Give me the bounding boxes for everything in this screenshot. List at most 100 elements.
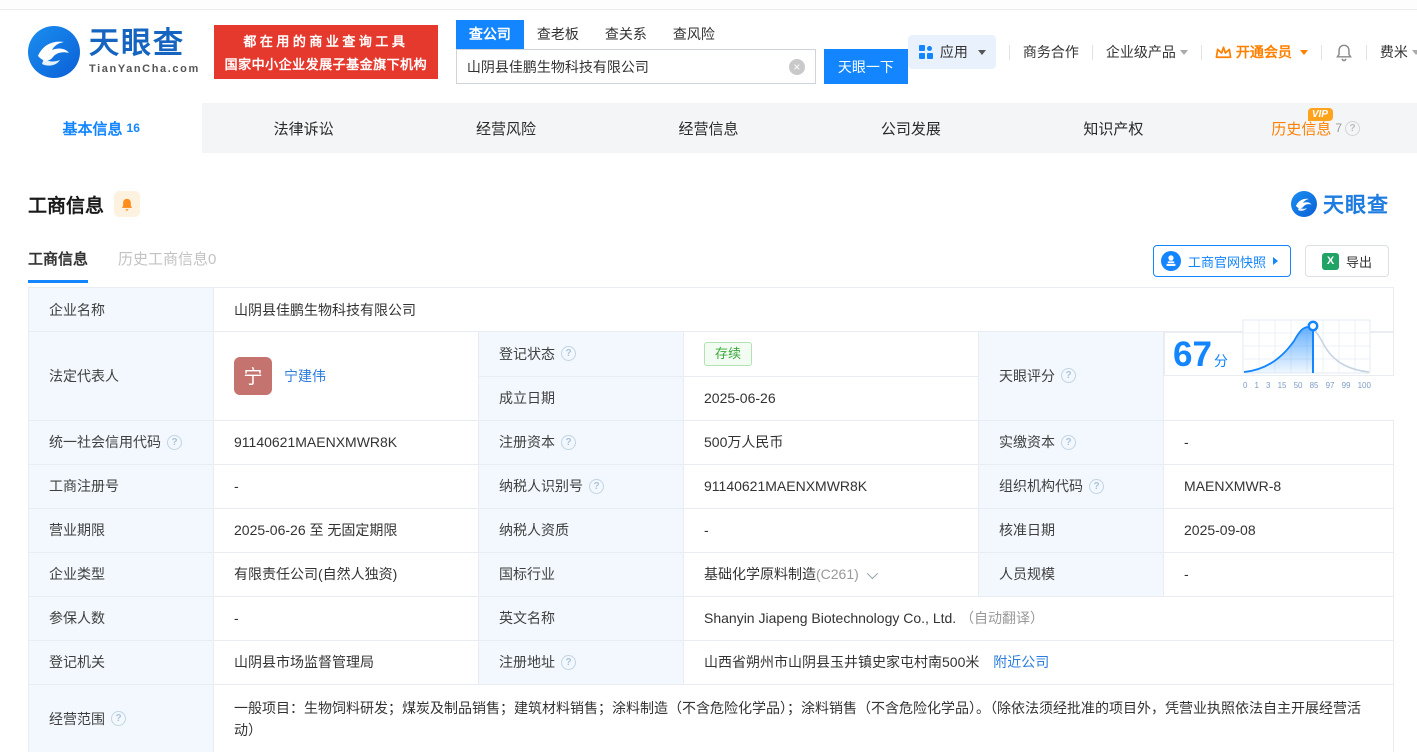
open-vip-button[interactable]: 开通会员 [1215,42,1308,62]
table-row: 企业名称 山阴县佳鹏生物科技有限公司 [28,287,1395,332]
vip-badge: VIP [1307,108,1333,121]
bell-icon [121,198,133,211]
nav-cooperation[interactable]: 商务合作 [1023,42,1079,62]
excel-icon [1321,252,1339,270]
search-box [455,49,816,84]
field-value-approval-date: 2025-09-08 [1162,507,1395,553]
field-label-legal-rep: 法定代表人 [28,331,214,421]
table-row: 法定代表人 宁 宁建伟 登记状态 存续 天眼评分 67分 [28,319,1394,421]
tab-legal-proceedings[interactable]: 法律诉讼 [202,103,404,153]
clear-search-icon[interactable] [788,58,805,75]
field-label-establish-date: 成立日期 [478,375,684,421]
status-badge: 存续 [704,341,753,366]
chevron-down-icon [977,49,986,55]
field-label-paid-capital: 实缴资本 [999,434,1055,450]
search-tab-company[interactable]: 查公司 [455,20,524,49]
tianyancha-logo[interactable]: 天眼查 TianYanCha.com [28,26,200,78]
tab-count: 7 [1335,121,1343,135]
help-icon[interactable] [1061,368,1076,384]
site-header: 天眼查 TianYanCha.com 都在用的商业查询工具 国家中小企业发展子基… [0,10,1417,94]
field-value-industry: 基础化学原料制造 [704,566,816,582]
chevron-down-icon[interactable] [866,567,878,580]
tab-operation-info[interactable]: 经营信息 [607,103,809,153]
field-value-business-scope: 一般项目：生物饲料研发；煤炭及制品销售；建筑材料销售；涂料制造（不含危险化学品）… [212,683,1395,752]
search-tab-relation[interactable]: 查关系 [592,20,660,49]
nav-enterprise-products[interactable]: 企业级产品 [1106,42,1188,62]
page-top-strip [0,0,1417,10]
help-icon[interactable] [1345,120,1361,136]
field-label-reg-capital: 注册资本 [499,434,555,450]
field-label-credit-code: 统一社会信用代码 [49,434,161,450]
search-input[interactable] [456,50,789,83]
notifications-bell-icon[interactable] [1335,43,1353,62]
legal-rep-link[interactable]: 宁建伟 [284,366,326,386]
table-row: 工商注册号 - 纳税人识别号 91140621MAENXMWR8K 组织机构代码… [28,463,1395,509]
help-icon[interactable] [561,346,576,362]
field-label-approval-date: 核准日期 [978,507,1164,553]
subtab-history-business-info[interactable]: 历史工商信息0 [118,248,216,283]
subtab-business-info[interactable]: 工商信息 [28,248,89,283]
field-label-registry: 登记机关 [28,639,214,685]
tab-company-development[interactable]: 公司发展 [810,103,1012,153]
apps-menu-label: 应用 [939,44,968,60]
brand-domain: TianYanCha.com [89,63,200,75]
table-row: 参保人数 - 英文名称 Shanyin Jiapeng Biotechnolog… [28,595,1395,641]
help-icon[interactable] [589,478,604,494]
field-label-address: 注册地址 [499,654,555,670]
field-label-reg-number: 工商注册号 [28,463,214,509]
tianyancha-logo-icon [28,26,80,78]
subscribe-bell-button[interactable] [114,191,141,217]
main-content: 工商信息 天眼查 工商信息 历史工商信息0 工商官网快照 导出 [0,189,1417,752]
chevron-down-icon [1179,49,1188,55]
legal-rep-avatar[interactable]: 宁 [234,356,272,395]
promo-banner-line2: 国家中小企业发展子基金旗下机构 [224,57,428,72]
help-icon[interactable] [561,434,576,450]
divider [1200,44,1202,60]
divider [1320,44,1322,60]
export-button[interactable]: 导出 [1304,245,1389,277]
help-icon[interactable] [1061,434,1076,450]
help-icon[interactable] [561,654,576,670]
field-label-reg-status: 登记状态 [499,345,555,362]
field-label-org-code: 组织机构代码 [999,478,1083,494]
field-value-insured: - [213,595,479,641]
field-label-company-type: 企业类型 [28,551,214,597]
username: 费米 [1379,44,1408,60]
nearby-companies-link[interactable]: 附近公司 [993,654,1049,670]
tab-operation-risk[interactable]: 经营风险 [405,103,607,153]
official-snapshot-button[interactable]: 工商官网快照 [1152,245,1291,277]
field-label-english-name: 英文名称 [478,595,684,641]
help-icon[interactable] [1089,478,1104,494]
field-value-company-type: 有限责任公司(自然人独资) [213,551,479,597]
help-icon[interactable] [111,711,126,726]
tianyancha-logo-icon [1291,191,1317,217]
field-value-paid-capital: - [1162,419,1395,465]
field-value-org-code: MAENXMWR-8 [1162,463,1395,509]
field-value-reg-number: - [213,463,479,509]
field-value-address: 山西省朔州市山阴县玉井镇史家屯村南500米 [704,654,980,670]
user-menu[interactable]: 费米 [1380,42,1417,62]
business-info-table: 企业名称 山阴县佳鹏生物科技有限公司 法定代表人 宁 宁建伟 登记状态 存续 天… [28,287,1395,752]
field-label-company-name: 企业名称 [28,287,214,332]
apps-menu-button[interactable]: 应用 [907,35,996,69]
watermark-text: 天眼查 [1323,194,1389,217]
brand-name: 天眼查 [89,27,185,60]
search-tab-boss[interactable]: 查老板 [524,20,592,49]
table-row: 统一社会信用代码 91140621MAENXMWR8K 注册资本 500万人民币… [28,419,1395,465]
company-tabbar: 基本信息 16 法律诉讼 经营风险 经营信息 公司发展 知识产权 VIP 历史信息… [0,103,1417,153]
search-tabs: 查公司 查老板 查关系 查风险 [455,20,908,49]
tab-intellectual-property[interactable]: 知识产权 [1012,103,1214,153]
field-value-business-term: 2025-06-26 至 无固定期限 [213,507,479,553]
divider [1365,44,1367,60]
table-row: 经营范围 一般项目：生物饲料研发；煤炭及制品销售；建筑材料销售；涂料制造（不含危… [28,683,1395,752]
section-title: 工商信息 [28,195,105,217]
promo-banner: 都在用的商业查询工具 国家中小企业发展子基金旗下机构 [213,25,438,79]
search-button[interactable]: 天眼一下 [823,49,908,84]
search-tab-risk[interactable]: 查风险 [660,20,728,49]
tab-basic-info[interactable]: 基本信息 16 [0,103,203,153]
stamp-icon [1160,251,1181,271]
field-value-taxpayer-id: 91140621MAENXMWR8K [683,463,979,509]
tab-history-info[interactable]: VIP 历史信息 7 [1215,103,1417,153]
help-icon[interactable] [167,434,182,450]
crown-icon [1215,45,1232,58]
